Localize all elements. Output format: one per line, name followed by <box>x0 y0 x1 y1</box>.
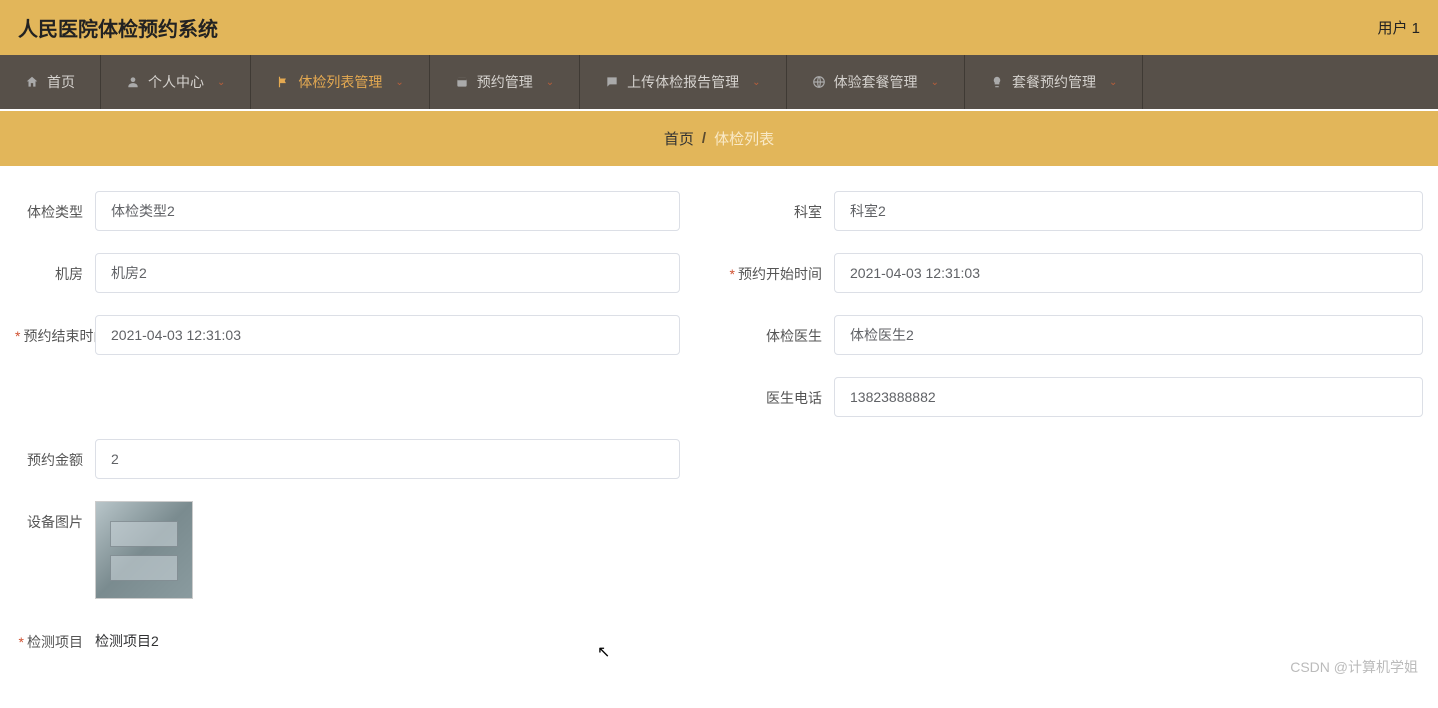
nav-package[interactable]: 体验套餐管理 ⌄ <box>787 55 965 109</box>
flag-icon <box>276 75 290 89</box>
chevron-down-icon: ⌄ <box>752 77 760 88</box>
device-image[interactable] <box>95 501 193 599</box>
breadcrumb-home[interactable]: 首页 <box>664 128 694 149</box>
breadcrumb-current: 体检列表 <box>714 128 774 149</box>
header: 人民医院体检预约系统 用户 1 <box>0 0 1438 55</box>
label-end-time: *预约结束时间 <box>15 315 95 347</box>
input-exam-type[interactable] <box>95 191 680 231</box>
value-test-item: 检测项目2 <box>95 621 159 651</box>
input-room[interactable] <box>95 253 680 293</box>
nav-label: 个人中心 <box>148 72 204 92</box>
nav-label: 体验套餐管理 <box>834 72 918 92</box>
app-title: 人民医院体检预约系统 <box>18 13 218 42</box>
breadcrumb-separator: / <box>702 130 706 147</box>
nav-upload-report[interactable]: 上传体检报告管理 ⌄ <box>580 55 786 109</box>
nav-home[interactable]: 首页 <box>0 55 101 109</box>
nav-label: 上传体检报告管理 <box>627 72 739 92</box>
input-start-time[interactable] <box>834 253 1423 293</box>
globe-icon <box>812 75 826 89</box>
nav-package-reservation[interactable]: 套餐预约管理 ⌄ <box>965 55 1143 109</box>
breadcrumb: 首页 / 体检列表 <box>0 111 1438 166</box>
calendar-icon <box>455 75 469 89</box>
watermark: CSDN @计算机学姐 <box>1290 657 1418 677</box>
label-start-time: *预约开始时间 <box>719 253 834 285</box>
input-department[interactable] <box>834 191 1423 231</box>
input-doctor[interactable] <box>834 315 1423 355</box>
bulb-icon <box>990 75 1004 89</box>
nav-label: 套餐预约管理 <box>1012 72 1096 92</box>
nav-label: 首页 <box>47 72 75 92</box>
nav-exam-list[interactable]: 体检列表管理 ⌄ <box>251 55 429 109</box>
label-doctor-phone: 医生电话 <box>719 377 834 409</box>
main-nav: 首页 个人中心 ⌄ 体检列表管理 ⌄ 预约管理 ⌄ 上传体检报告管理 ⌄ 体验套… <box>0 55 1438 109</box>
label-test-item: *检测项目 <box>15 621 95 653</box>
nav-reservation[interactable]: 预约管理 ⌄ <box>430 55 580 109</box>
label-device-image: 设备图片 <box>15 501 95 533</box>
chevron-down-icon: ⌄ <box>931 77 939 88</box>
input-end-time[interactable] <box>95 315 680 355</box>
label-department: 科室 <box>719 191 834 223</box>
nav-label: 预约管理 <box>477 72 533 92</box>
input-doctor-phone[interactable] <box>834 377 1423 417</box>
chevron-down-icon: ⌄ <box>395 77 403 88</box>
chat-icon <box>605 75 619 89</box>
label-amount: 预约金额 <box>15 439 95 471</box>
nav-profile[interactable]: 个人中心 ⌄ <box>101 55 251 109</box>
input-amount[interactable] <box>95 439 680 479</box>
user-icon <box>126 75 140 89</box>
nav-label: 体检列表管理 <box>298 72 382 92</box>
label-exam-type: 体检类型 <box>15 191 95 223</box>
chevron-down-icon: ⌄ <box>217 77 225 88</box>
form: 体检类型 科室 机房 *预约开始时间 *预约结束时间 体检医生 医生电话 <box>0 166 1438 708</box>
chevron-down-icon: ⌄ <box>546 77 554 88</box>
label-room: 机房 <box>15 253 95 285</box>
chevron-down-icon: ⌄ <box>1109 77 1117 88</box>
home-icon <box>25 75 39 89</box>
label-doctor: 体检医生 <box>719 315 834 347</box>
user-label[interactable]: 用户 1 <box>1377 17 1420 38</box>
